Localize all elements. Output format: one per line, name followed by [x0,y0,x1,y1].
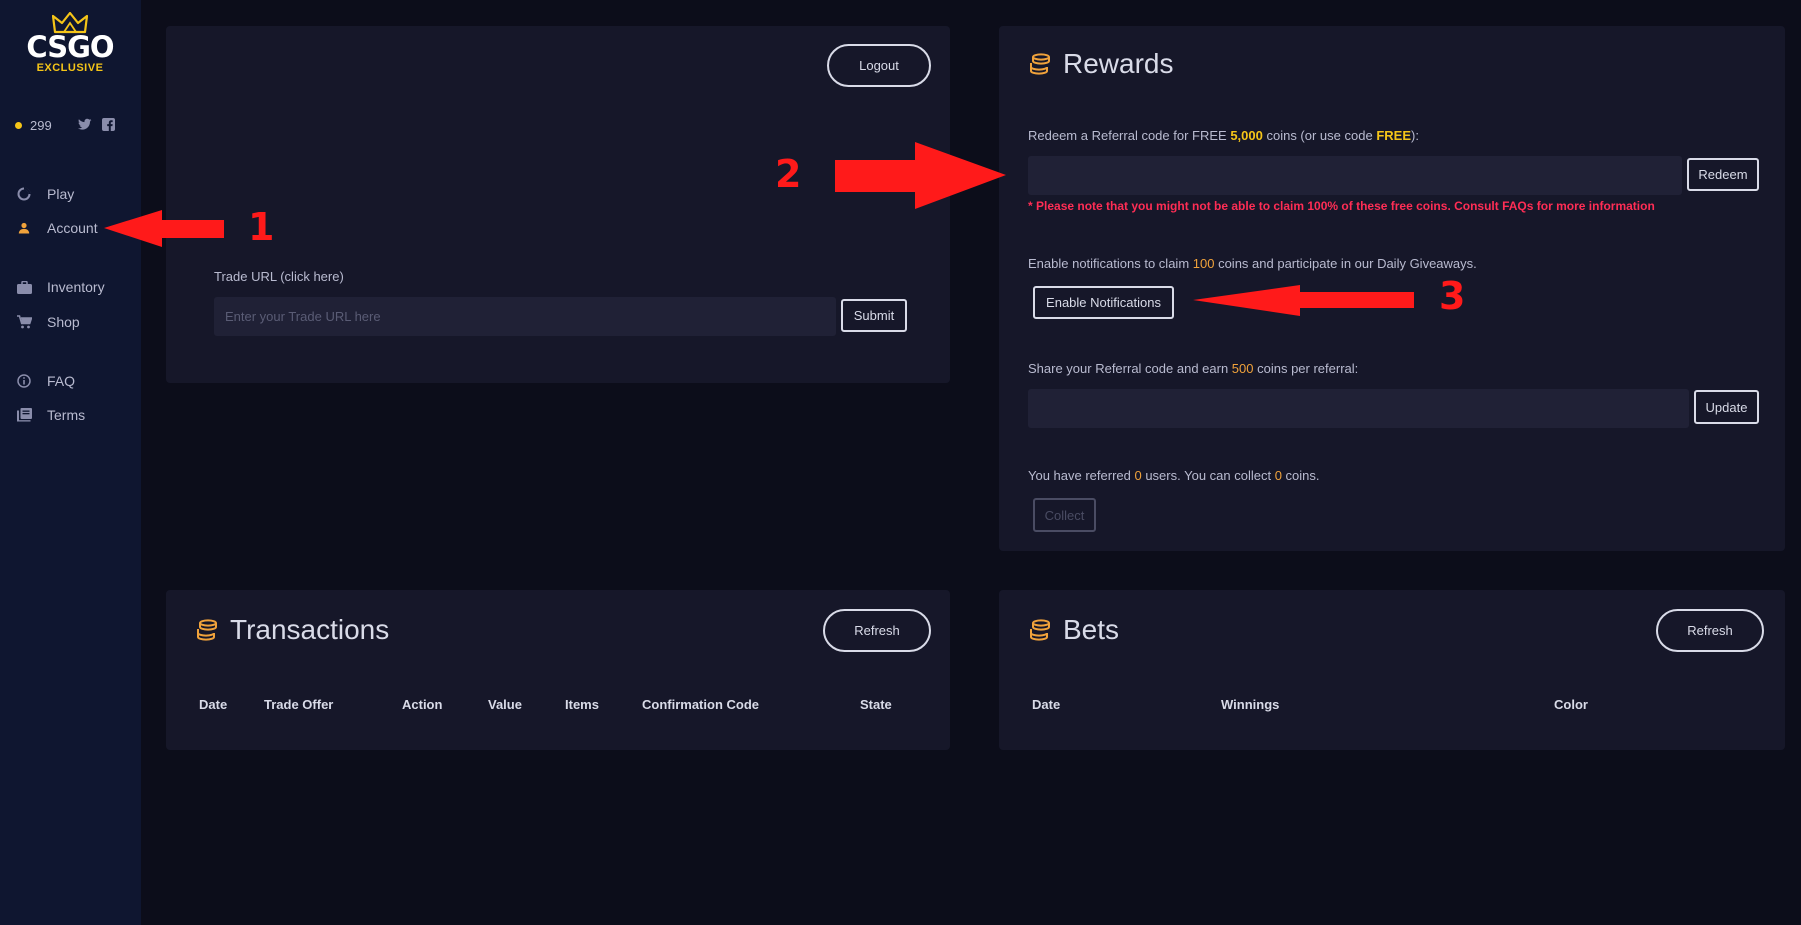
annotation-number-2: 2 [775,152,802,196]
annotation-number-1: 1 [248,205,275,249]
annotation-arrow-1 [104,210,224,247]
annotation-number-3: 3 [1439,274,1466,318]
annotation-layer [104,142,1414,316]
annotation-arrow-3 [1193,285,1414,316]
annotation-arrow-2 [835,142,1006,209]
